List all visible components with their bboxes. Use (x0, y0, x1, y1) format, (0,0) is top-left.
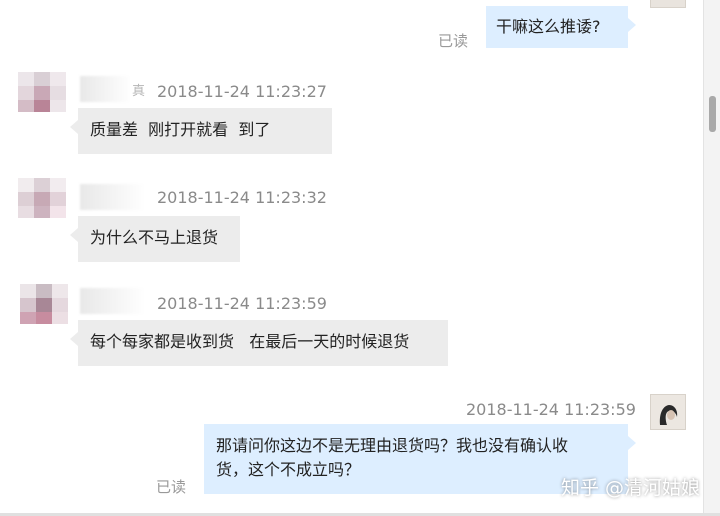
contact-avatar[interactable] (18, 72, 66, 112)
read-status: 已读 (156, 478, 187, 496)
message-text: 为什么不马上退货 (90, 228, 219, 247)
message-text: 干嘛这么推诿? (496, 17, 601, 36)
profile-photo-icon (651, 395, 685, 429)
message-timestamp: 2018-11-24 11:23:27 (157, 82, 327, 101)
read-status: 已读 (438, 32, 469, 50)
message-timestamp: 2018-11-24 11:23:59 (466, 400, 636, 419)
message-timestamp: 2018-11-24 11:23:59 (157, 294, 327, 313)
self-avatar[interactable] (650, 394, 686, 430)
scrollbar-thumb[interactable] (709, 96, 716, 132)
message-bubble-outgoing[interactable]: 干嘛这么推诿? (486, 6, 636, 48)
contact-name-blurred (80, 76, 132, 102)
contact-name-blurred (80, 288, 146, 314)
message-text: 质量差 刚打开就看 到了 (90, 120, 271, 139)
message-text: 每个每家都是收到货 在最后一天的时候退货 (90, 332, 410, 351)
message-text-line1: 那请问你这边不是无理由退货吗？我也没有确认收 (216, 436, 569, 455)
message-text-line2: 货，这个不成立吗？ (216, 460, 361, 479)
self-avatar-top[interactable] (650, 0, 686, 8)
message-bubble-incoming[interactable]: 每个每家都是收到货 在最后一天的时候退货 (70, 320, 448, 366)
vertical-scrollbar[interactable] (703, 0, 720, 516)
watermark: 知乎 @清河姑娘 (560, 477, 700, 499)
message-bubble-incoming[interactable]: 质量差 刚打开就看 到了 (70, 108, 332, 154)
chat-history: 已读 干嘛这么推诿? 真 2018-11-24 11:23:27 质量差 刚打开… (0, 0, 704, 516)
message-timestamp: 2018-11-24 11:23:32 (157, 188, 327, 207)
name-fragment: 真 (132, 84, 146, 99)
contact-avatar[interactable] (20, 284, 68, 324)
contact-avatar[interactable] (18, 178, 66, 218)
contact-name-blurred (80, 184, 146, 210)
message-bubble-incoming[interactable]: 为什么不马上退货 (70, 216, 240, 262)
